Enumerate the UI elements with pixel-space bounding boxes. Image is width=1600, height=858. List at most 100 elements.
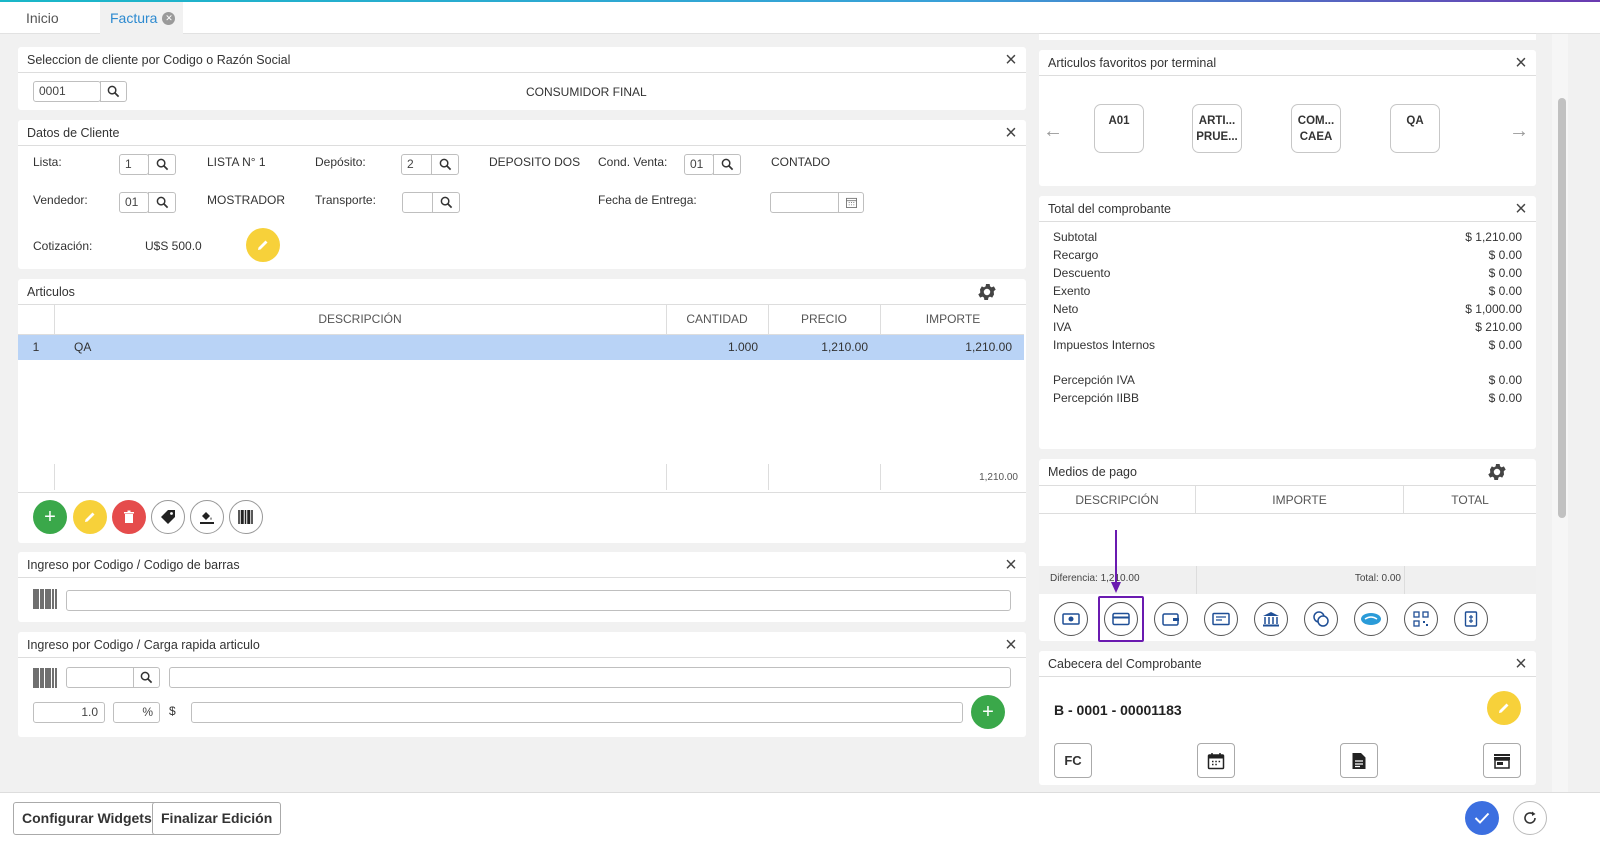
codigo-input[interactable] (66, 667, 136, 688)
table-row[interactable]: 1 QA 1.000 1,210.00 1,210.00 (18, 334, 1026, 360)
calendar-icon[interactable] (838, 192, 864, 213)
barcode-input[interactable] (66, 590, 1011, 611)
voucher-payment-button[interactable] (1454, 602, 1488, 636)
total-row-descuento: Descuento $ 0.00 (1053, 266, 1522, 280)
articulos-table: DESCRIPCIÓN CANTIDAD PRECIO IMPORTE 1 QA… (18, 304, 1026, 493)
favorito-item[interactable]: ARTI... PRUE... (1192, 104, 1242, 153)
cond-venta-label: Cond. Venta: (598, 155, 668, 169)
col-header-total[interactable]: TOTAL (1404, 486, 1536, 514)
tipo-comprobante-button[interactable]: FC (1054, 743, 1092, 778)
arrow-left-icon[interactable]: ← (1043, 120, 1063, 143)
paint-bucket-button[interactable] (190, 500, 224, 534)
cotizacion-value: U$S 500.0 (145, 239, 202, 253)
tag-icon (161, 510, 175, 524)
barcode-icon (33, 668, 57, 688)
pencil-icon (85, 512, 95, 522)
search-icon[interactable] (148, 154, 176, 175)
totales-panel: Total del comprobante × Subtotal $ 1,210.… (1039, 196, 1536, 449)
total-row-neto: Neto $ 1,000.00 (1053, 302, 1522, 316)
finalizar-edicion-button[interactable]: Finalizar Edición (152, 802, 282, 835)
search-icon[interactable] (100, 81, 127, 102)
cantidad-input[interactable]: 1.0 (33, 702, 105, 723)
favorito-item[interactable]: COM... CAEA (1291, 104, 1341, 153)
confirm-button[interactable] (1465, 801, 1499, 835)
scrollbar-thumb[interactable] (1558, 98, 1566, 518)
row-precio: 1,210.00 (768, 334, 880, 360)
search-icon[interactable] (148, 192, 176, 213)
plus-icon: + (44, 505, 56, 528)
favorito-item[interactable]: QA (1390, 104, 1440, 153)
favoritos-panel: Articulos favoritos por terminal × ← A01… (1039, 50, 1536, 186)
col-header-importe[interactable]: IMPORTE (1196, 486, 1404, 514)
close-icon[interactable]: × (1512, 654, 1530, 674)
punto-venta-button[interactable] (1483, 743, 1521, 778)
id-card-icon (1212, 612, 1230, 626)
delete-item-button[interactable] (112, 500, 146, 534)
cash-payment-button[interactable] (1054, 602, 1088, 636)
close-icon[interactable]: × (1512, 199, 1530, 219)
cheque-payment-button[interactable] (1154, 602, 1188, 636)
search-icon[interactable] (431, 154, 459, 175)
deposito-input[interactable]: 2 (401, 154, 433, 175)
cliente-name: CONSUMIDOR FINAL (526, 85, 647, 99)
col-header-descripcion[interactable]: DESCRIPCIÓN (54, 305, 667, 335)
fecha-button[interactable] (1197, 743, 1235, 778)
cliente-panel: Seleccion de cliente por Codigo o Razón … (18, 47, 1026, 110)
documento-button[interactable] (1340, 743, 1378, 778)
close-icon[interactable]: × (1002, 50, 1020, 70)
comprobante-numero: B - 0001 - 00001183 (1054, 702, 1182, 718)
mercadopago-payment-button[interactable] (1354, 602, 1388, 636)
search-icon[interactable] (432, 192, 460, 213)
tab-inicio[interactable]: Inicio (16, 2, 69, 34)
close-icon[interactable]: × (1002, 555, 1020, 575)
edit-item-button[interactable] (73, 500, 107, 534)
precio-input[interactable] (191, 702, 963, 723)
col-header-importe[interactable]: IMPORTE (880, 305, 1026, 335)
fecha-entrega-input[interactable] (770, 192, 840, 213)
add-item-button[interactable]: + (33, 500, 67, 534)
col-header-cantidad[interactable]: CANTIDAD (666, 305, 769, 335)
close-tab-icon[interactable]: ✕ (162, 11, 176, 25)
tag-button[interactable] (151, 500, 185, 534)
cond-venta-input[interactable]: 01 (684, 154, 714, 175)
transporte-input[interactable] (402, 192, 434, 213)
cabecera-panel: Cabecera del Comprobante × B - 0001 - 00… (1039, 651, 1536, 785)
settings-gear-icon[interactable] (1486, 461, 1508, 483)
lista-label: Lista: (33, 155, 62, 169)
close-icon[interactable]: × (1002, 123, 1020, 143)
highlight-box (1098, 596, 1144, 642)
vendedor-input[interactable]: 01 (119, 192, 149, 213)
add-quick-item-button[interactable]: + (971, 695, 1005, 729)
col-header-descripcion[interactable]: DESCRIPCIÓN (1039, 486, 1196, 514)
barcode-button[interactable] (229, 500, 263, 534)
close-icon[interactable]: × (1512, 53, 1530, 73)
codigo-barras-panel: Ingreso por Codigo / Codigo de barras × (18, 552, 1026, 622)
configurar-widgets-button[interactable]: Configurar Widgets (13, 802, 161, 835)
close-icon[interactable]: × (1002, 635, 1020, 655)
qr-code-icon (1413, 611, 1429, 627)
annotation-arrow-icon (1111, 530, 1121, 593)
search-icon[interactable] (133, 667, 160, 688)
coins-payment-button[interactable] (1304, 602, 1338, 636)
cliente-code-input[interactable]: 0001 (33, 81, 101, 102)
refresh-button[interactable] (1513, 801, 1547, 835)
bank-payment-button[interactable] (1254, 602, 1288, 636)
document-payment-button[interactable] (1204, 602, 1238, 636)
lista-input[interactable]: 1 (119, 154, 149, 175)
search-icon[interactable] (713, 154, 741, 175)
descripcion-input[interactable] (169, 667, 1011, 688)
currency-symbol: $ (169, 704, 176, 718)
qr-payment-button[interactable] (1404, 602, 1438, 636)
arrow-right-icon[interactable]: → (1509, 120, 1529, 143)
row-descripcion: QA (54, 334, 666, 360)
footer-bar: Configurar Widgets Finalizar Edición (0, 792, 1600, 858)
col-header-precio[interactable]: PRECIO (768, 305, 881, 335)
handshake-icon (1361, 613, 1381, 625)
favorito-item[interactable]: A01 (1094, 104, 1144, 153)
settings-gear-icon[interactable] (976, 281, 998, 303)
porcentaje-input[interactable]: % (113, 702, 160, 723)
tab-factura[interactable]: Factura ✕ (100, 2, 184, 34)
edit-cabecera-button[interactable] (1487, 691, 1521, 725)
wallet-icon (1162, 613, 1179, 626)
edit-cotizacion-button[interactable] (246, 228, 280, 262)
